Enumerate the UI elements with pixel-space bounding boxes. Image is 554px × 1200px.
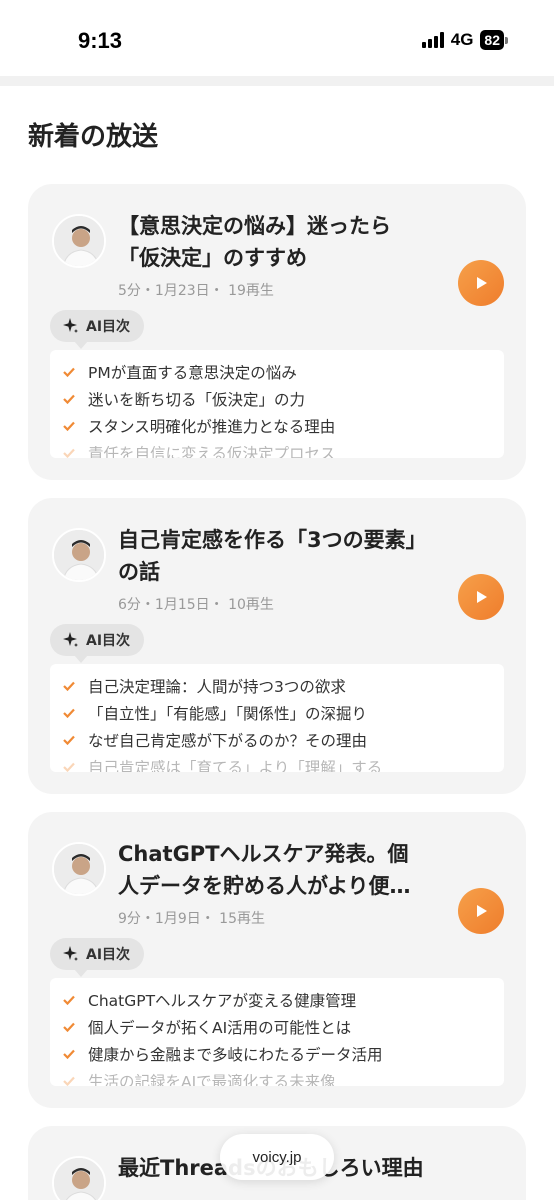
toc-item: 個人データが拓くAI活用の可能性とは	[62, 1013, 492, 1040]
toc-item: 生活の記録をAIで最適化する未来像	[62, 1067, 492, 1086]
section-title: 新着の放送	[28, 122, 159, 152]
check-icon	[63, 681, 75, 691]
toc-item: PMが直面する意思決定の悩み	[62, 358, 492, 385]
ai-toc-list: 自己決定理論：人間が持つ3つの欲求 「自立性」「有能感」「関係性」の深掘り なぜ…	[50, 664, 504, 772]
ai-toc-chip[interactable]: AI目次	[50, 938, 145, 977]
episode-card[interactable]: ChatGPTヘルスケア発表。個人データを貯める人がより便… 9分・1月9日・ …	[28, 812, 526, 1108]
ai-toc-label: AI目次	[86, 947, 131, 963]
status-indicators: 4G 82	[421, 30, 508, 50]
ai-toc-label: AI目次	[86, 319, 131, 335]
check-icon	[63, 448, 75, 458]
episode-card[interactable]: 自己肯定感を作る「3つの要素」の話 6分・1月15日・ 10再生 AI目次 自己…	[28, 498, 526, 794]
check-icon	[63, 421, 75, 431]
browser-url-pill[interactable]: voicy.jp	[220, 1134, 334, 1180]
ai-toc-chip[interactable]: AI目次	[50, 310, 145, 349]
episode-meta: 6分・1月15日・ 10再生	[118, 597, 274, 613]
sparkle-icon	[63, 632, 78, 647]
episode-meta: 5分・1月23日・ 19再生	[118, 283, 274, 299]
signal-icon	[421, 32, 444, 48]
ai-toc-chip[interactable]: AI目次	[50, 624, 145, 663]
toc-item: 自己決定理論：人間が持つ3つの欲求	[62, 672, 492, 699]
toc-item: 自己肯定感は「育てる」より「理解」する	[62, 753, 492, 772]
check-icon	[63, 708, 75, 718]
check-icon	[63, 735, 75, 745]
avatar	[52, 842, 106, 896]
episode-card[interactable]: 【意思決定の悩み】迷ったら「仮決定」のすすめ 5分・1月23日・ 19再生 AI…	[28, 184, 526, 480]
check-icon	[63, 995, 75, 1005]
check-icon	[63, 367, 75, 377]
play-button[interactable]	[458, 574, 504, 620]
check-icon	[63, 1076, 75, 1086]
check-icon	[63, 1022, 75, 1032]
toc-item: 迷いを断ち切る「仮決定」の力	[62, 385, 492, 412]
sparkle-icon	[63, 946, 78, 961]
toc-item: 責任を自信に変える仮決定プロセス	[62, 439, 492, 458]
status-bar: 9:13 4G 82	[0, 0, 554, 76]
toc-item: スタンス明確化が推進力となる理由	[62, 412, 492, 439]
episode-title[interactable]: 【意思決定の悩み】迷ったら「仮決定」のすすめ	[118, 210, 428, 274]
toc-item: 健康から金融まで多岐にわたるデータ活用	[62, 1040, 492, 1067]
avatar	[52, 1156, 106, 1200]
episode-title[interactable]: ChatGPTヘルスケア発表。個人データを貯める人がより便…	[118, 838, 428, 902]
ai-toc-label: AI目次	[86, 633, 131, 649]
header-divider	[0, 76, 554, 86]
status-time: 9:13	[78, 28, 123, 53]
avatar	[52, 214, 106, 268]
ai-toc-list: PMが直面する意思決定の悩み 迷いを断ち切る「仮決定」の力 スタンス明確化が推進…	[50, 350, 504, 458]
check-icon	[63, 1049, 75, 1059]
check-icon	[63, 394, 75, 404]
toc-item: ChatGPTヘルスケアが変える健康管理	[62, 986, 492, 1013]
check-icon	[63, 762, 75, 772]
network-type: 4G	[450, 30, 474, 49]
play-icon	[477, 277, 487, 289]
episode-meta: 9分・1月9日・ 15再生	[118, 911, 265, 927]
play-icon	[477, 591, 487, 603]
episode-title[interactable]: 自己肯定感を作る「3つの要素」の話	[118, 524, 428, 588]
battery-icon: 82	[480, 30, 508, 50]
avatar	[52, 528, 106, 582]
play-button[interactable]	[458, 888, 504, 934]
battery-level: 82	[480, 30, 504, 50]
ai-toc-list: ChatGPTヘルスケアが変える健康管理 個人データが拓くAI活用の可能性とは …	[50, 978, 504, 1086]
sparkle-icon	[63, 318, 78, 333]
play-icon	[477, 905, 487, 917]
play-button[interactable]	[458, 260, 504, 306]
toc-item: 「自立性」「有能感」「関係性」の深掘り	[62, 699, 492, 726]
toc-item: なぜ自己肯定感が下がるのか？その理由	[62, 726, 492, 753]
